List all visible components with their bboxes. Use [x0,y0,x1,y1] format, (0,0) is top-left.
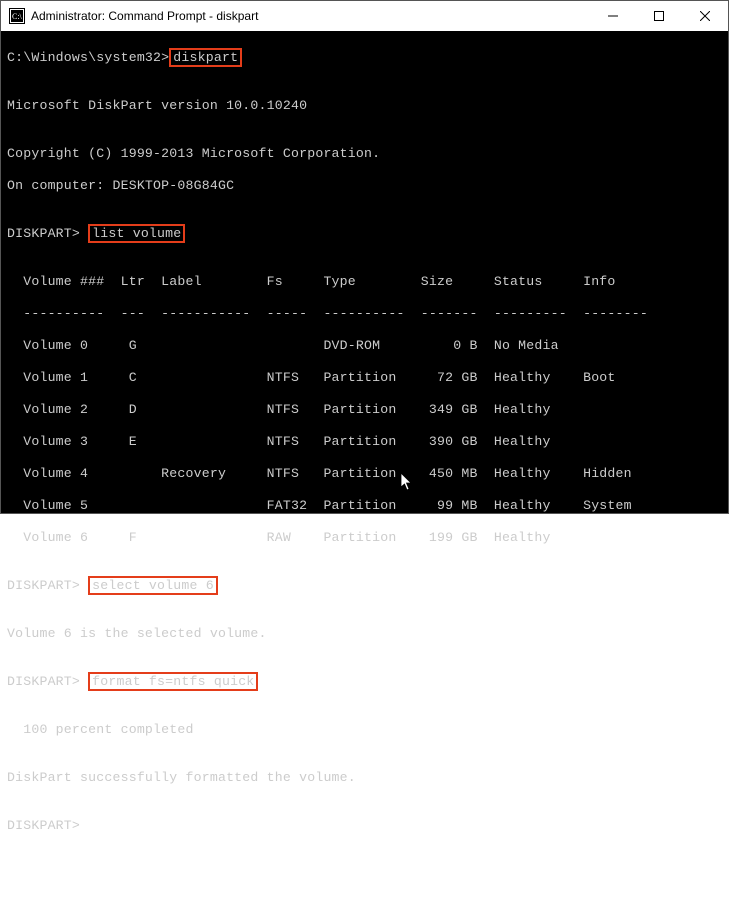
table-row: Volume 3 E NTFS Partition 390 GB Healthy [7,434,722,450]
window-title: Administrator: Command Prompt - diskpart [31,9,590,23]
close-button[interactable] [682,1,728,31]
command-prompt-window: C:\ Administrator: Command Prompt - disk… [0,0,729,514]
diskpart-prompt: DISKPART> [7,578,88,593]
path-prefix: C:\Windows\system32> [7,50,169,65]
table-header: Volume ### Ltr Label Fs Type Size Status… [7,274,722,290]
diskpart-prompt-line: DISKPART> list volume [7,226,722,242]
version-line: Microsoft DiskPart version 10.0.10240 [7,98,722,114]
computer-line: On computer: DESKTOP-08G84GC [7,178,722,194]
table-row: Volume 5 FAT32 Partition 99 MB Healthy S… [7,498,722,514]
cmd-select-volume-highlight: select volume 6 [88,576,218,595]
table-divider: ---------- --- ----------- ----- -------… [7,306,722,322]
diskpart-prompt: DISKPART> [7,674,88,689]
diskpart-prompt: DISKPART> [7,226,88,241]
table-row: Volume 0 G DVD-ROM 0 B No Media [7,338,722,354]
mouse-cursor-icon [401,473,413,491]
cmd-diskpart-highlight: diskpart [169,48,242,67]
cmd-format-highlight: format fs=ntfs quick [88,672,258,691]
maximize-button[interactable] [636,1,682,31]
table-row: Volume 4 Recovery NTFS Partition 450 MB … [7,466,722,482]
success-line: DiskPart successfully formatted the volu… [7,770,722,786]
diskpart-prompt-line: DISKPART> format fs=ntfs quick [7,674,722,690]
window-controls [590,1,728,31]
selected-msg: Volume 6 is the selected volume. [7,626,722,642]
cmd-icon: C:\ [9,8,25,24]
progress-line: 100 percent completed [7,722,722,738]
cmd-list-volume-highlight: list volume [88,224,185,243]
table-row: Volume 6 F RAW Partition 199 GB Healthy [7,530,722,546]
copyright-line: Copyright (C) 1999-2013 Microsoft Corpor… [7,146,722,162]
minimize-button[interactable] [590,1,636,31]
table-row: Volume 1 C NTFS Partition 72 GB Healthy … [7,370,722,386]
terminal-output[interactable]: C:\Windows\system32>diskpart Microsoft D… [1,31,728,513]
diskpart-prompt-line: DISKPART> select volume 6 [7,578,722,594]
titlebar[interactable]: C:\ Administrator: Command Prompt - disk… [1,1,728,31]
svg-text:C:\: C:\ [12,12,23,21]
prompt-line: C:\Windows\system32>diskpart [7,50,722,66]
table-row: Volume 2 D NTFS Partition 349 GB Healthy [7,402,722,418]
diskpart-prompt-line: DISKPART> [7,818,722,834]
